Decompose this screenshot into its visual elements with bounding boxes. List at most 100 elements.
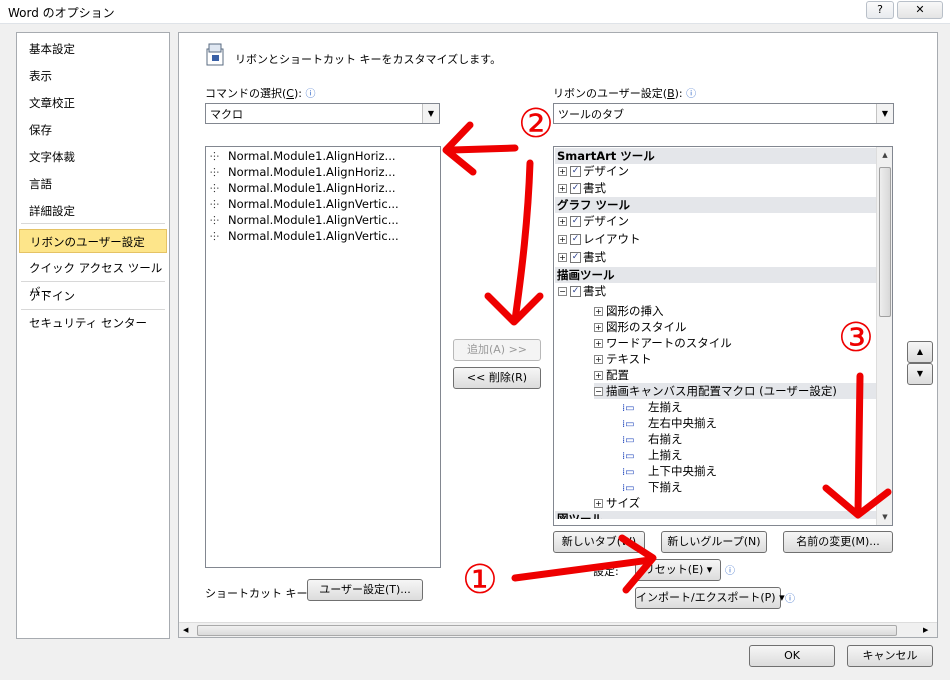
tree-macro-label: 下揃え: [648, 480, 683, 494]
macro-icon: ⸭: [210, 214, 220, 227]
ribbon-dropdown[interactable]: ツールのタブ ▼: [553, 103, 894, 124]
sidebar-item[interactable]: アドイン: [19, 284, 167, 308]
shortcut-customize-button[interactable]: ユーザー設定(T)...: [307, 579, 423, 601]
tree-tab-item[interactable]: + ✓ 書式: [558, 180, 606, 196]
annotation-one: ①: [462, 557, 498, 603]
command-item[interactable]: ⸭ Normal.Module1.AlignVertic...: [210, 228, 399, 244]
new-tab-button[interactable]: 新しいタブ(W): [553, 531, 645, 553]
cancel-button[interactable]: キャンセル: [847, 645, 933, 667]
expand-icon[interactable]: +: [558, 184, 567, 193]
move-up-button[interactable]: ▲: [907, 341, 933, 363]
tree-group-item[interactable]: + サイズ: [594, 495, 640, 511]
tree-group-item[interactable]: + 配置: [594, 367, 629, 383]
tree-macro-item[interactable]: ⁞▭ 左揃え: [622, 399, 683, 415]
vertical-scrollbar[interactable]: ▲ ▼: [876, 147, 892, 525]
commands-list[interactable]: ⸭ Normal.Module1.AlignHoriz... ⸭ Normal.Mod…: [205, 146, 441, 568]
expand-icon[interactable]: +: [594, 339, 603, 348]
expand-icon[interactable]: +: [558, 217, 567, 226]
tab-checkbox[interactable]: ✓: [570, 252, 581, 263]
tree-group-label: 図ツール: [557, 512, 603, 519]
scroll-up-icon[interactable]: ▲: [877, 147, 892, 163]
command-item[interactable]: ⸭ Normal.Module1.AlignHoriz...: [210, 164, 396, 180]
tree-tab-item[interactable]: + ✓ デザイン: [558, 163, 629, 179]
ok-button[interactable]: OK: [749, 645, 835, 667]
import-export-button[interactable]: インポート/エクスポート(P) ▾: [635, 587, 785, 609]
help-button[interactable]: ?: [866, 1, 894, 19]
macro-icon: ⸭: [210, 230, 220, 243]
tree-tab-item[interactable]: + ✓ 書式: [558, 249, 606, 265]
tree-group-label: SmartArt ツール: [557, 149, 655, 163]
remove-button[interactable]: << 削除(R): [453, 367, 541, 389]
sidebar-item[interactable]: 基本設定: [19, 37, 167, 61]
tree-group-item-label: ワードアートのスタイル: [606, 336, 732, 350]
tree-group-header: 描画ツール: [555, 267, 876, 283]
sidebar-item[interactable]: 保存: [19, 118, 167, 142]
tab-checkbox[interactable]: ✓: [570, 166, 581, 177]
expand-icon[interactable]: +: [594, 307, 603, 316]
tree-tab-item[interactable]: − ✓ 書式: [558, 283, 606, 299]
tree-group-item[interactable]: + ワードアートのスタイル: [594, 335, 732, 351]
command-item-label: Normal.Module1.AlignVertic...: [228, 197, 399, 211]
move-down-button[interactable]: ▼: [907, 363, 933, 385]
scroll-right-icon[interactable]: ▶: [923, 623, 928, 638]
tree-tab-item[interactable]: + ✓ レイアウト: [558, 231, 641, 247]
scroll-down-icon[interactable]: ▼: [877, 509, 892, 525]
sidebar-item[interactable]: クイック アクセス ツール バー: [19, 256, 167, 299]
tab-checkbox[interactable]: ✓: [570, 183, 581, 194]
tab-checkbox[interactable]: ✓: [570, 234, 581, 245]
sidebar-separator: [21, 309, 165, 310]
collapse-icon[interactable]: −: [558, 287, 567, 296]
collapse-icon[interactable]: −: [594, 387, 603, 396]
horizontal-scrollbar[interactable]: ◀ ▶: [179, 622, 937, 637]
ribbon-dropdown-value: ツールのタブ: [558, 108, 624, 121]
sidebar-item[interactable]: 表示: [19, 64, 167, 88]
commands-dropdown[interactable]: マクロ ▼: [205, 103, 440, 124]
close-button[interactable]: ✕: [897, 1, 943, 19]
sidebar-item[interactable]: 文章校正: [19, 91, 167, 115]
tree-macro-item[interactable]: ⁞▭ 右揃え: [622, 431, 683, 447]
tree-group-item-label: 図形のスタイル: [606, 320, 687, 334]
rename-button[interactable]: 名前の変更(M)...: [783, 531, 893, 553]
tree-group-item[interactable]: + 図形のスタイル: [594, 319, 687, 335]
tree-group-item[interactable]: + テキスト: [594, 351, 652, 367]
reset-button[interactable]: リセット(E) ▾: [635, 559, 721, 581]
sidebar-separator: [21, 223, 165, 224]
tree-macro-item[interactable]: ⁞▭ 上下中央揃え: [622, 463, 717, 479]
new-group-button[interactable]: 新しいグループ(N): [661, 531, 767, 553]
tree-tab-item[interactable]: + ✓ デザイン: [558, 213, 629, 229]
sidebar-item[interactable]: リボンのユーザー設定: [19, 229, 167, 253]
command-item-label: Normal.Module1.AlignHoriz...: [228, 181, 396, 195]
expand-icon[interactable]: +: [594, 371, 603, 380]
expand-icon[interactable]: +: [594, 355, 603, 364]
expand-icon[interactable]: +: [594, 323, 603, 332]
chevron-down-icon[interactable]: ▼: [876, 104, 893, 123]
sidebar-item[interactable]: セキュリティ センター: [19, 311, 167, 335]
sidebar-item[interactable]: 文字体裁: [19, 145, 167, 169]
commands-label: コマンドの選択(C): ⓘ: [205, 85, 315, 101]
tab-checkbox[interactable]: ✓: [570, 286, 581, 297]
title-bar: Word のオプション ? ✕: [0, 0, 950, 24]
expand-icon[interactable]: +: [558, 167, 567, 176]
add-button[interactable]: 追加(A) >>: [453, 339, 541, 361]
tab-checkbox[interactable]: ✓: [570, 216, 581, 227]
scroll-left-icon[interactable]: ◀: [183, 623, 188, 638]
command-item[interactable]: ⸭ Normal.Module1.AlignVertic...: [210, 212, 399, 228]
expand-icon[interactable]: +: [558, 253, 567, 262]
command-item[interactable]: ⸭ Normal.Module1.AlignHoriz...: [210, 180, 396, 196]
tree-macro-item[interactable]: ⁞▭ 左右中央揃え: [622, 415, 717, 431]
expand-icon[interactable]: +: [594, 499, 603, 508]
sidebar-item[interactable]: 詳細設定: [19, 199, 167, 223]
tree-group-item[interactable]: + 図形の挿入: [594, 303, 664, 319]
command-item[interactable]: ⸭ Normal.Module1.AlignHoriz...: [210, 148, 396, 164]
tree-macro-item[interactable]: ⁞▭ 上揃え: [622, 447, 683, 463]
expand-icon[interactable]: +: [558, 235, 567, 244]
header-text: リボンとショートカット キーをカスタマイズします。: [235, 53, 502, 66]
hscroll-thumb[interactable]: [197, 625, 897, 636]
tree-group-item[interactable]: − 描画キャンバス用配置マクロ (ユーザー設定): [594, 383, 876, 399]
command-item[interactable]: ⸭ Normal.Module1.AlignVertic...: [210, 196, 399, 212]
sidebar-item[interactable]: 言語: [19, 172, 167, 196]
tree-macro-item[interactable]: ⁞▭ 下揃え: [622, 479, 683, 495]
scroll-thumb[interactable]: [879, 167, 891, 317]
chevron-down-icon[interactable]: ▼: [422, 104, 439, 123]
tree-group-item-label: サイズ: [606, 496, 641, 510]
